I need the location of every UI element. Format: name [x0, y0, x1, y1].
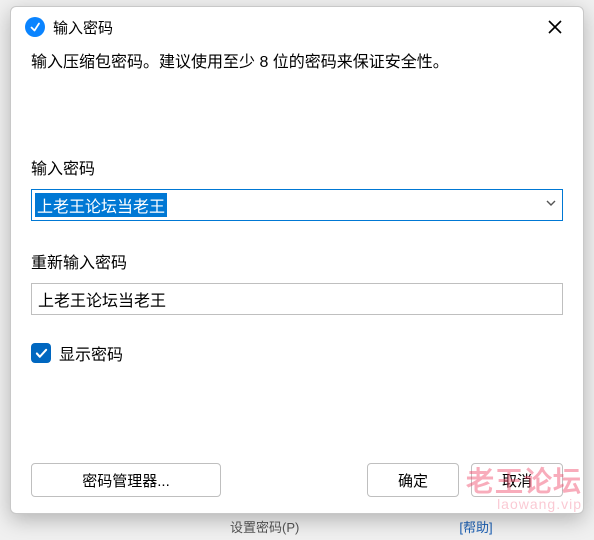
titlebar: 输入密码	[11, 7, 583, 47]
app-icon	[25, 17, 45, 37]
show-password-label[interactable]: 显示密码	[59, 341, 123, 365]
instruction-text: 输入压缩包密码。建议使用至少 8 位的密码来保证安全性。	[31, 51, 563, 75]
password-input[interactable]	[31, 189, 563, 221]
bg-help-link: [帮助]	[459, 517, 492, 536]
close-icon	[548, 20, 562, 34]
close-button[interactable]	[541, 13, 569, 41]
confirm-label: 重新输入密码	[31, 249, 563, 273]
ok-button[interactable]: 确定	[367, 463, 459, 497]
password-label: 输入密码	[31, 155, 563, 179]
password-dialog: 输入密码 输入压缩包密码。建议使用至少 8 位的密码来保证安全性。 输入密码 上…	[10, 6, 584, 514]
button-row: 密码管理器... 确定 取消	[11, 463, 583, 513]
show-password-checkbox[interactable]	[31, 343, 51, 363]
show-password-row: 显示密码	[31, 341, 563, 365]
background-menu: 设置密码(P) [帮助]	[0, 517, 493, 536]
password-combo[interactable]: 上老王论坛当老王	[31, 189, 563, 221]
bg-menu-item: 设置密码(P)	[230, 517, 299, 536]
check-icon	[35, 347, 48, 360]
dialog-content: 输入压缩包密码。建议使用至少 8 位的密码来保证安全性。 输入密码 上老王论坛当…	[11, 47, 583, 463]
confirm-input[interactable]	[31, 283, 563, 315]
window-title: 输入密码	[53, 17, 541, 38]
cancel-button[interactable]: 取消	[471, 463, 563, 497]
password-manager-button[interactable]: 密码管理器...	[31, 463, 221, 497]
